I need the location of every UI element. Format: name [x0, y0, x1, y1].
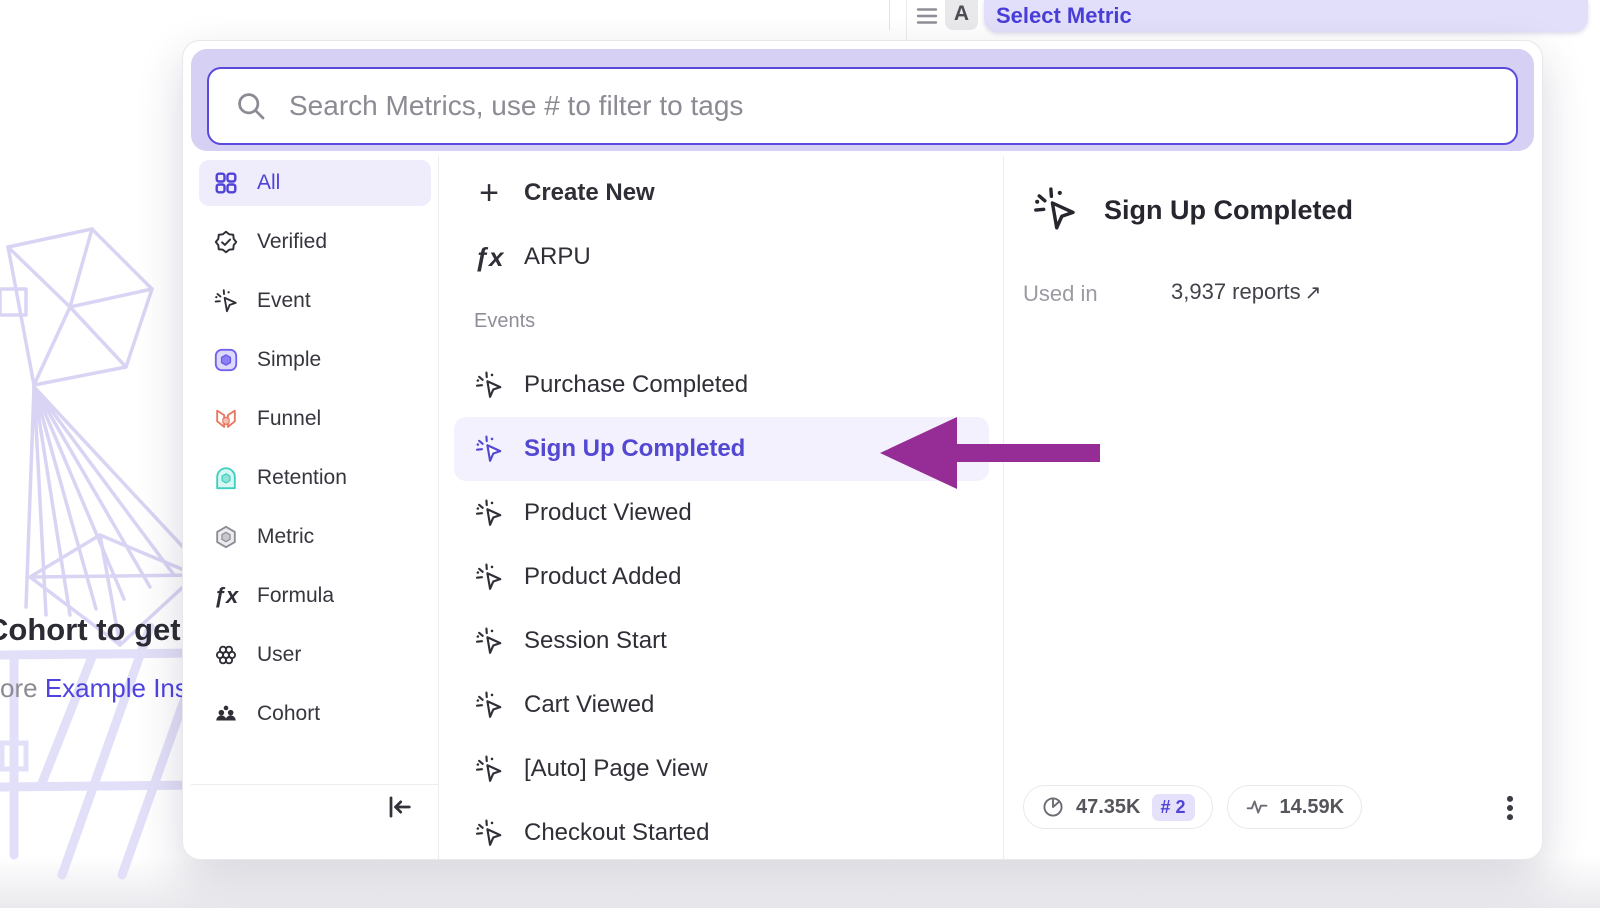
select-metric-bar[interactable]: Select Metric: [984, 0, 1588, 32]
pie-chart-icon: [1041, 795, 1065, 819]
stat-value: 47.35K: [1076, 796, 1141, 819]
rank-badge: # 2: [1152, 794, 1195, 821]
event-cursor-icon: [1031, 185, 1079, 233]
list-item-label: Product Viewed: [524, 499, 692, 527]
detail-title: Sign Up Completed: [1104, 195, 1353, 226]
sidebar-item-label: Event: [257, 289, 311, 313]
sidebar-item-label: Funnel: [257, 407, 321, 431]
list-item-auto-page-view[interactable]: [Auto] Page View: [454, 737, 989, 801]
list-item-arpu[interactable]: ƒx ARPU: [454, 225, 989, 289]
metric-stats: 47.35K # 2 14.59K: [1023, 785, 1362, 829]
search-input[interactable]: [289, 76, 1516, 136]
page-bottom-shadow: [0, 856, 1600, 908]
metric-hexagon-icon: [213, 524, 239, 550]
example-insights-link[interactable]: Example Ins: [45, 673, 184, 703]
list-item-sign-up-completed[interactable]: Sign Up Completed: [454, 417, 989, 481]
list-item-label: Cart Viewed: [524, 691, 654, 719]
event-cursor-icon: [474, 690, 504, 720]
sidebar-item-verified[interactable]: Verified: [199, 219, 431, 265]
detail-divider: [1003, 156, 1004, 859]
list-item-product-viewed[interactable]: Product Viewed: [454, 481, 989, 545]
list-item-label: [Auto] Page View: [524, 755, 708, 783]
event-cursor-icon: [213, 288, 239, 314]
reports-count: 3,937 reports: [1171, 279, 1301, 304]
retention-icon: [213, 465, 239, 491]
background-link-fragment: ore Example Ins: [0, 673, 184, 704]
sidebar-item-funnel[interactable]: Funnel: [199, 396, 431, 442]
select-metric-title: Select Metric: [996, 3, 1132, 29]
event-cursor-icon: [474, 562, 504, 592]
create-new-button[interactable]: + Create New: [454, 161, 989, 225]
background-illustration: [0, 225, 200, 885]
funnel-icon: [213, 406, 239, 432]
list-item-session-start[interactable]: Session Start: [454, 609, 989, 673]
sidebar-item-label: Metric: [257, 525, 314, 549]
sidebar-item-metric[interactable]: Metric: [199, 514, 431, 560]
list-item-label: Sign Up Completed: [524, 435, 745, 463]
simple-icon: [213, 347, 239, 373]
activity-chip[interactable]: 14.59K: [1227, 785, 1363, 829]
list-item-checkout-started[interactable]: Checkout Started: [454, 801, 989, 860]
sidebar-item-label: Formula: [257, 584, 334, 608]
list-item-label: Purchase Completed: [524, 371, 748, 399]
metric-list: + Create New ƒx ARPU Events Purchase Com…: [454, 161, 989, 860]
plus-icon: +: [474, 178, 504, 208]
list-item-label: ARPU: [524, 243, 591, 271]
reports-link[interactable]: 3,937 reports↗: [1171, 279, 1321, 305]
search-field-container: [207, 67, 1518, 145]
sidebar-item-simple[interactable]: Simple: [199, 337, 431, 383]
sidebar-footer-divider: [191, 784, 438, 785]
create-new-label: Create New: [524, 179, 655, 207]
sidebar-item-label: Cohort: [257, 702, 320, 726]
sidebar-item-label: User: [257, 643, 301, 667]
list-item-label: Checkout Started: [524, 819, 709, 847]
sidebar-item-all[interactable]: All: [199, 160, 431, 206]
section-header-label: Events: [474, 310, 535, 333]
sidebar-item-retention[interactable]: Retention: [199, 455, 431, 501]
event-cursor-icon: [474, 818, 504, 848]
user-cluster-icon: [213, 642, 239, 668]
sidebar-item-formula[interactable]: ƒx Formula: [199, 573, 431, 619]
background-link-prefix: ore: [0, 673, 45, 703]
panel-divider-line: [889, 0, 890, 30]
verified-badge-icon: [213, 229, 239, 255]
total-count-chip[interactable]: 47.35K # 2: [1023, 785, 1213, 829]
collapse-left-icon[interactable]: [383, 791, 415, 823]
grid-icon: [213, 170, 239, 196]
event-cursor-icon: [474, 498, 504, 528]
activity-icon: [1245, 795, 1269, 819]
sidebar-divider: [438, 156, 439, 859]
metric-picker-dialog: All Verified Event Simple Funnel Retenti…: [182, 40, 1543, 860]
sidebar-item-label: Retention: [257, 466, 347, 490]
list-item-label: Product Added: [524, 563, 681, 591]
stat-value: 14.59K: [1280, 796, 1345, 819]
event-cursor-icon: [474, 754, 504, 784]
sidebar-item-label: All: [257, 171, 280, 195]
list-item-product-added[interactable]: Product Added: [454, 545, 989, 609]
formula-fx-icon: ƒx: [474, 242, 504, 273]
drag-handle-icon[interactable]: [916, 6, 938, 26]
search-icon: [235, 90, 267, 122]
formula-fx-icon: ƒx: [213, 583, 239, 609]
event-cursor-icon: [474, 434, 504, 464]
sidebar-item-event[interactable]: Event: [199, 278, 431, 324]
kebab-menu-icon[interactable]: [1493, 791, 1527, 825]
search-focus-ring: [191, 49, 1534, 151]
list-item-label: Session Start: [524, 627, 667, 655]
external-link-icon: ↗: [1305, 282, 1322, 304]
used-in-label: Used in: [1023, 281, 1098, 307]
cohort-people-icon: [213, 701, 239, 727]
event-cursor-icon: [474, 626, 504, 656]
list-item-cart-viewed[interactable]: Cart Viewed: [454, 673, 989, 737]
event-cursor-icon: [474, 370, 504, 400]
query-step-badge: A: [945, 0, 978, 30]
sidebar-item-label: Simple: [257, 348, 321, 372]
sidebar-item-user[interactable]: User: [199, 632, 431, 678]
background-heading-fragment: Cohort to get s: [0, 612, 184, 648]
sidebar-item-cohort[interactable]: Cohort: [199, 691, 431, 737]
list-item-purchase-completed[interactable]: Purchase Completed: [454, 353, 989, 417]
sidebar-item-label: Verified: [257, 230, 327, 254]
events-section-header: Events: [454, 289, 989, 353]
category-sidebar: All Verified Event Simple Funnel Retenti…: [199, 160, 431, 750]
